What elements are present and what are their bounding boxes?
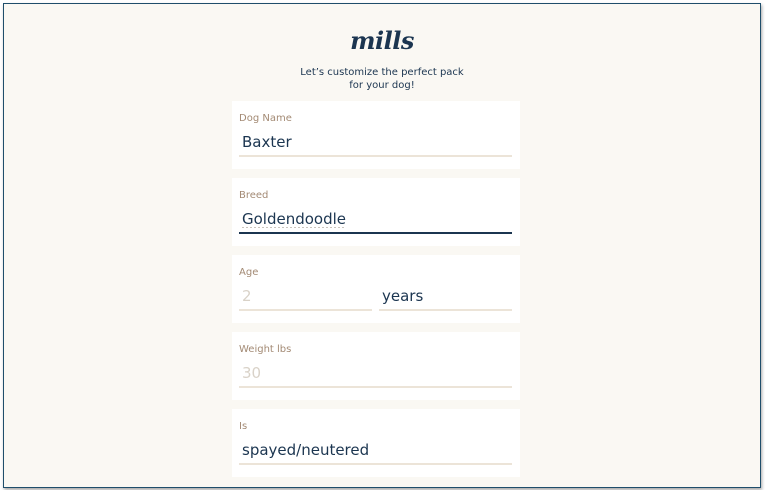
weight-label: Weight lbs bbox=[239, 344, 292, 355]
intro-line-1: Let’s customize the perfect pack bbox=[300, 67, 464, 78]
age-card: Age bbox=[232, 255, 520, 323]
age-input[interactable] bbox=[239, 283, 372, 311]
breed-input[interactable] bbox=[239, 206, 512, 234]
age-label: Age bbox=[239, 267, 259, 278]
dog-name-label: Dog Name bbox=[239, 113, 292, 124]
breed-card: Breed bbox=[232, 178, 520, 246]
spay-neuter-select[interactable] bbox=[239, 437, 512, 465]
intro-text: Let’s customize the perfect pack for you… bbox=[4, 66, 760, 92]
weight-card: Weight lbs bbox=[232, 332, 520, 400]
dog-name-card: Dog Name bbox=[232, 101, 520, 169]
age-unit-select[interactable] bbox=[379, 283, 512, 311]
dog-name-input[interactable] bbox=[239, 129, 512, 157]
breed-label: Breed bbox=[239, 190, 269, 201]
status-card: Is bbox=[232, 409, 520, 477]
app-window: mills Let’s customize the perfect pack f… bbox=[3, 3, 761, 488]
status-label: Is bbox=[239, 421, 248, 432]
intro-line-2: for your dog! bbox=[349, 80, 415, 91]
mills-logo: mills bbox=[350, 26, 414, 55]
weight-input[interactable] bbox=[239, 360, 512, 388]
